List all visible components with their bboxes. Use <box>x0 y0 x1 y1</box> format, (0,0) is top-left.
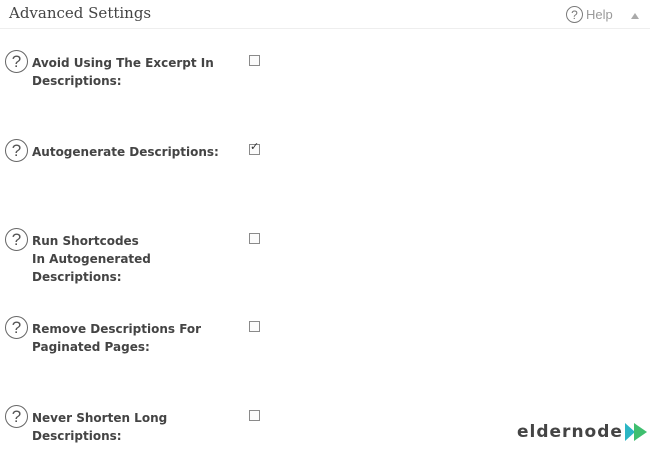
eldernode-logo: eldernode <box>517 421 649 443</box>
play-arrows-icon <box>624 423 647 441</box>
excerpt-checkbox[interactable]: ✓ <box>249 55 260 66</box>
collapse-arrow-icon[interactable] <box>631 13 639 19</box>
panel-header: Advanced Settings ? Help <box>0 0 650 29</box>
option-label: Autogenerate Descriptions: <box>32 145 219 159</box>
question-icon[interactable]: ? <box>5 50 28 73</box>
option-row-autogenerate: ? Autogenerate Descriptions: ✓ <box>0 139 650 162</box>
option-label: Avoid Using The Excerpt In Descriptions: <box>32 56 214 88</box>
panel-title: Advanced Settings <box>9 4 152 22</box>
option-label: Run Shortcodes In Autogenerated Descript… <box>32 234 151 284</box>
help-icon: ? <box>566 6 583 23</box>
paginated-checkbox[interactable]: ✓ <box>249 321 260 332</box>
option-label: Remove Descriptions For Paginated Pages: <box>32 322 202 354</box>
help-link[interactable]: ? Help <box>566 6 613 23</box>
question-icon[interactable]: ? <box>5 139 28 162</box>
option-row-shortcodes: ? Run Shortcodes In Autogenerated Descri… <box>0 228 650 284</box>
question-icon[interactable]: ? <box>5 405 28 428</box>
shortcodes-checkbox[interactable]: ✓ <box>249 233 260 244</box>
checkmark-icon: ✓ <box>250 140 260 153</box>
logo-text: eldernode <box>517 422 623 442</box>
option-row-excerpt: ? Avoid Using The Excerpt In Description… <box>0 50 650 88</box>
question-icon[interactable]: ? <box>5 316 28 339</box>
help-label: Help <box>586 7 613 22</box>
autogenerate-checkbox[interactable]: ✓ <box>249 140 260 155</box>
question-icon[interactable]: ? <box>5 228 28 251</box>
shorten-checkbox[interactable]: ✓ <box>249 410 260 421</box>
option-label: Never Shorten Long Descriptions: <box>32 411 168 443</box>
option-row-paginated: ? Remove Descriptions For Paginated Page… <box>0 316 650 354</box>
